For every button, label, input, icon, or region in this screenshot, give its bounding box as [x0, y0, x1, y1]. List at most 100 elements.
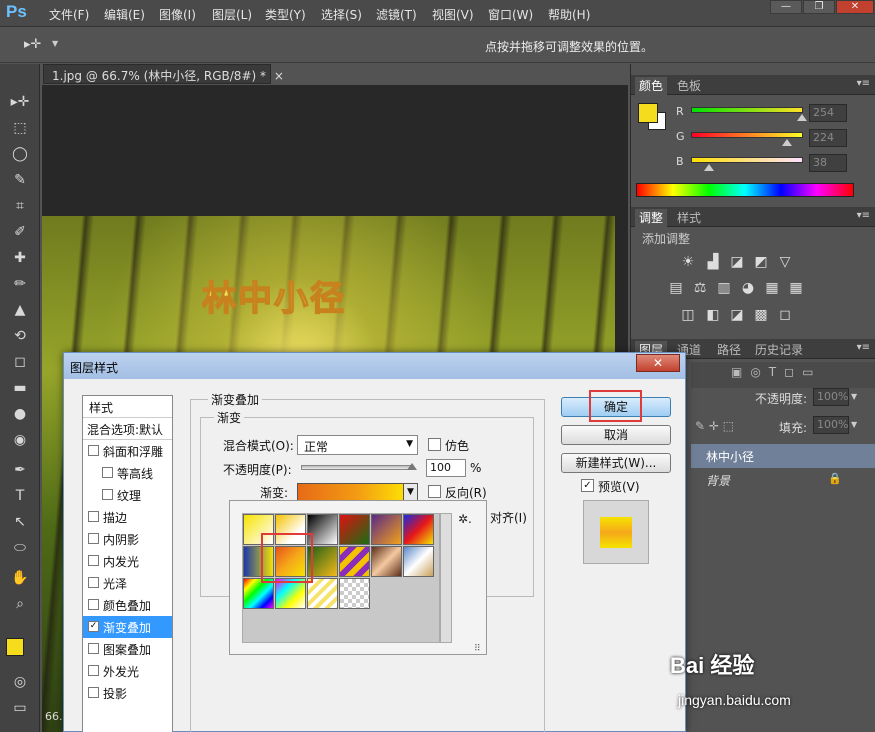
- b-value[interactable]: 38: [809, 154, 847, 172]
- style-list-header[interactable]: 样式: [83, 396, 172, 418]
- style-texture[interactable]: 纹理: [83, 484, 172, 506]
- opacity-value[interactable]: 100%: [813, 388, 849, 406]
- opacity-slider[interactable]: [301, 465, 413, 470]
- posterize-icon[interactable]: ◧: [704, 307, 722, 323]
- color-lookup-icon[interactable]: ▦: [787, 280, 805, 296]
- g-value[interactable]: 224: [809, 129, 847, 147]
- style-checkbox[interactable]: [102, 467, 113, 478]
- style-contour[interactable]: 等高线: [83, 462, 172, 484]
- exposure-icon[interactable]: ◩: [752, 254, 770, 270]
- b-slider[interactable]: [691, 157, 803, 163]
- type-tool-icon[interactable]: T: [9, 486, 31, 506]
- style-bevel-emboss[interactable]: 斜面和浮雕: [83, 440, 172, 462]
- tab-history[interactable]: 历史记录: [751, 341, 807, 358]
- r-slider-thumb[interactable]: [797, 114, 807, 121]
- dither-checkbox[interactable]: [428, 438, 441, 451]
- blend-mode-select[interactable]: 正常 ▼: [297, 435, 418, 455]
- tab-swatches[interactable]: 色板: [673, 77, 705, 94]
- invert-icon[interactable]: ◫: [679, 307, 697, 323]
- gradient-swatch[interactable]: [339, 546, 370, 577]
- menu-help[interactable]: 帮助(H): [548, 6, 590, 23]
- cancel-button[interactable]: 取消: [561, 425, 671, 445]
- tab-color[interactable]: 颜色: [635, 77, 668, 95]
- new-style-button[interactable]: 新建样式(W)...: [561, 453, 671, 473]
- gradient-tool-icon[interactable]: ▬: [9, 378, 31, 398]
- style-checkbox[interactable]: [102, 489, 113, 500]
- layer-filter-icons[interactable]: ▣◎T◻▭: [731, 365, 821, 379]
- fill-value[interactable]: 100%: [813, 416, 849, 434]
- style-inner-glow[interactable]: 内发光: [83, 550, 172, 572]
- black-white-icon[interactable]: ▥: [715, 280, 733, 296]
- style-satin[interactable]: 光泽: [83, 572, 172, 594]
- dodge-tool-icon[interactable]: ◉: [9, 430, 31, 450]
- channel-mixer-icon[interactable]: ▦: [763, 280, 781, 296]
- gradient-swatch[interactable]: [403, 514, 434, 545]
- curves-icon[interactable]: ◪: [728, 254, 746, 270]
- menu-view[interactable]: 视图(V): [432, 6, 474, 23]
- hue-saturation-icon[interactable]: ▤: [667, 280, 685, 296]
- panel-menu-icon[interactable]: ▾≡: [857, 210, 870, 221]
- photo-filter-icon[interactable]: ◕: [739, 280, 757, 296]
- r-value[interactable]: 254: [809, 104, 847, 122]
- reverse-checkbox[interactable]: [428, 485, 441, 498]
- style-checkbox[interactable]: [88, 555, 99, 566]
- menu-type[interactable]: 类型(Y): [265, 6, 306, 23]
- move-tool-icon[interactable]: ▸✛: [24, 37, 41, 52]
- style-drop-shadow[interactable]: 投影: [83, 682, 172, 704]
- style-checkbox[interactable]: [88, 533, 99, 544]
- gradient-swatch[interactable]: [339, 514, 370, 545]
- levels-icon[interactable]: ▟: [704, 254, 722, 270]
- lock-icons[interactable]: ✎ ✛ ⬚: [695, 419, 734, 433]
- panel-menu-icon[interactable]: ▾≡: [857, 78, 870, 89]
- hand-tool-icon[interactable]: ✋: [9, 568, 31, 588]
- layer-row-text[interactable]: 林中小径: [691, 444, 875, 468]
- gradient-swatch[interactable]: [403, 546, 434, 577]
- g-slider[interactable]: [691, 132, 803, 138]
- style-checkbox[interactable]: [88, 445, 99, 456]
- resize-grip-icon[interactable]: ⠿: [474, 644, 481, 654]
- restore-button[interactable]: ❐: [803, 0, 835, 14]
- style-outer-glow[interactable]: 外发光: [83, 660, 172, 682]
- close-button[interactable]: ✕: [836, 0, 874, 14]
- shape-tool-icon[interactable]: ⬭: [9, 538, 31, 558]
- menu-window[interactable]: 窗口(W): [488, 6, 533, 23]
- chevron-down-icon[interactable]: ▼: [52, 39, 58, 48]
- color-spectrum-bar[interactable]: [636, 183, 854, 197]
- close-icon[interactable]: ×: [274, 69, 284, 83]
- chevron-down-icon[interactable]: ▼: [851, 420, 857, 429]
- eraser-tool-icon[interactable]: ◻: [9, 352, 31, 372]
- healing-tool-icon[interactable]: ✚: [9, 248, 31, 268]
- quick-select-tool-icon[interactable]: ✎: [9, 170, 31, 190]
- dialog-titlebar[interactable]: 图层样式 ✕: [64, 353, 685, 379]
- picker-scrollbar[interactable]: [440, 513, 452, 643]
- style-color-overlay[interactable]: 颜色叠加: [83, 594, 172, 616]
- document-tab[interactable]: 1.jpg @ 66.7% (林中小径, RGB/8#) * ×: [43, 64, 284, 84]
- lasso-tool-icon[interactable]: ◯: [9, 144, 31, 164]
- gradient-swatch[interactable]: [371, 514, 402, 545]
- blur-tool-icon[interactable]: ●: [9, 404, 31, 424]
- stamp-tool-icon[interactable]: ▲: [9, 300, 31, 320]
- tab-paths[interactable]: 路径: [713, 341, 745, 358]
- menu-file[interactable]: 文件(F): [49, 6, 89, 23]
- crop-tool-icon[interactable]: ⌗: [9, 196, 31, 216]
- gradient-map-icon[interactable]: ◻: [776, 307, 794, 323]
- menu-select[interactable]: 选择(S): [321, 6, 362, 23]
- g-slider-thumb[interactable]: [782, 139, 792, 146]
- menu-edit[interactable]: 编辑(E): [104, 6, 145, 23]
- style-inner-shadow[interactable]: 内阴影: [83, 528, 172, 550]
- style-checkbox-checked[interactable]: ✓: [88, 621, 99, 632]
- screen-mode-icon[interactable]: ▭: [9, 698, 31, 718]
- gear-icon[interactable]: ✲.: [458, 512, 472, 526]
- chevron-down-icon[interactable]: ▼: [851, 392, 857, 401]
- tab-styles[interactable]: 样式: [673, 209, 705, 226]
- style-checkbox[interactable]: [88, 511, 99, 522]
- preview-checkbox[interactable]: ✓: [581, 479, 594, 492]
- zoom-tool-icon[interactable]: ⌕: [9, 594, 31, 614]
- foreground-color-swatch[interactable]: [6, 638, 24, 656]
- brightness-icon[interactable]: ☀: [679, 254, 697, 270]
- eyedropper-tool-icon[interactable]: ✐: [9, 222, 31, 242]
- gradient-swatch[interactable]: [339, 578, 370, 609]
- style-checkbox[interactable]: [88, 687, 99, 698]
- menu-image[interactable]: 图像(I): [159, 6, 196, 23]
- pen-tool-icon[interactable]: ✒: [9, 460, 31, 480]
